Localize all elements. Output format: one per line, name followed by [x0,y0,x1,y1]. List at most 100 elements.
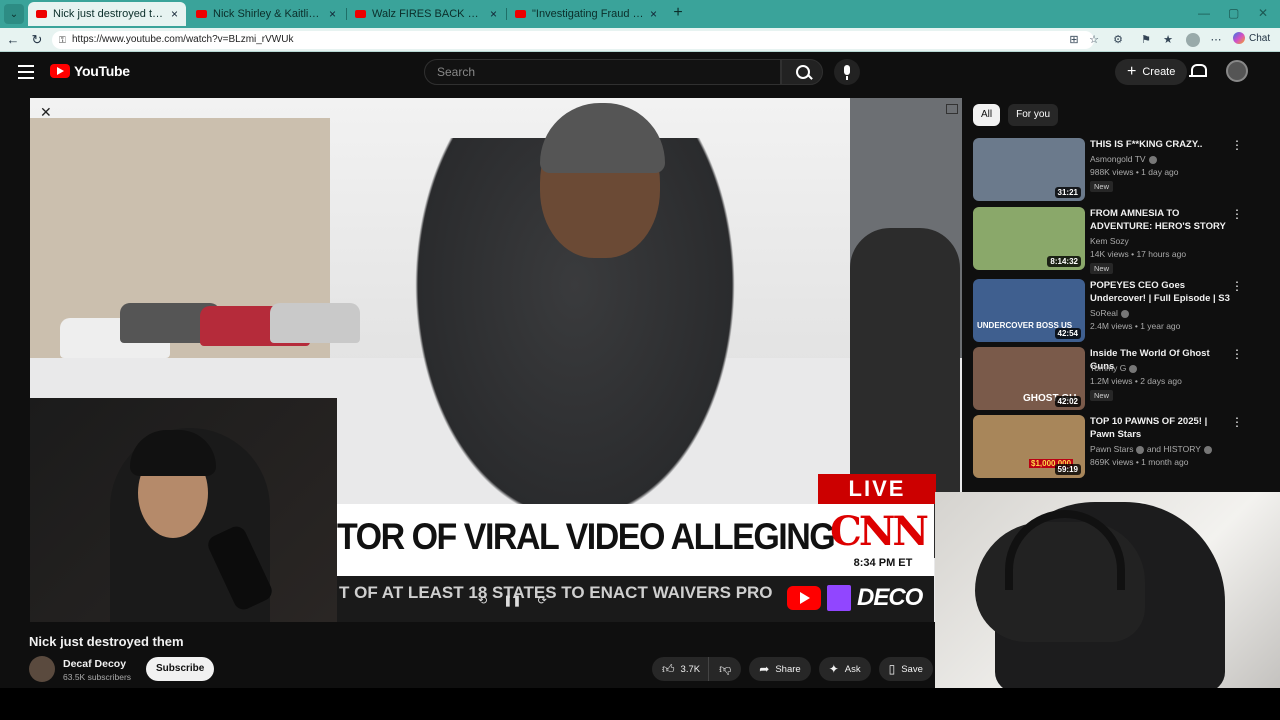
tab-close-icon[interactable]: × [490,7,497,21]
recommendation-title[interactable]: POPEYES CEO Goes Undercover! | Full Epis… [1090,279,1230,305]
recommendation-item[interactable]: GHOST GU 42:02 Inside The World Of Ghost… [973,347,1263,411]
like-button[interactable]: 👍︎ 3.7K [652,657,710,681]
miniplayer-icon[interactable] [946,104,958,114]
channel-avatar[interactable] [29,656,55,682]
more-options-icon[interactable]: ⋮ [1231,208,1243,221]
more-menu-icon[interactable]: ⋯ [1208,32,1224,48]
notifications-bell-icon[interactable] [1189,62,1207,80]
video-thumbnail[interactable]: UNDERCOVER BOSS US 42:54 [973,279,1085,342]
rewind-icon[interactable]: ⟲ [478,594,487,607]
video-thumbnail[interactable]: $1,000,000 59:19 [973,415,1085,478]
tab-close-icon[interactable]: × [329,7,336,21]
user-avatar[interactable] [1226,60,1248,82]
viewer-webcam-overlay [935,492,1280,688]
save-button[interactable]: ▯ Save [878,657,933,681]
recommendation-item[interactable]: UNDERCOVER BOSS US 42:54 POPEYES CEO Goe… [973,279,1263,343]
pause-icon[interactable]: ❚❚ [503,594,521,607]
tab-title: Nick Shirley & Kaitlin Bennett vs. F [213,8,323,20]
reload-icon[interactable]: ↻ [28,31,46,49]
browser-tab-1[interactable]: Nick just destroyed them - YouTube × [28,2,186,26]
recommendation-title[interactable]: THIS IS F**KING CRAZY.. [1090,138,1230,151]
recommendation-item[interactable]: 8:14:32 FROM AMNESIA TO ADVENTURE: HERO'… [973,207,1263,274]
browser-tab-2[interactable]: Nick Shirley & Kaitlin Bennett vs. F × [188,2,344,26]
close-icon[interactable]: ✕ [40,104,52,121]
channel-name: SoReal [1090,308,1118,318]
channel-name[interactable]: Decaf Decoy [63,658,126,670]
recommendation-item[interactable]: 31:21 THIS IS F**KING CRAZY.. Asmongold … [973,138,1263,202]
video-thumbnail[interactable]: GHOST GU 42:02 [973,347,1085,410]
channel-name: Pawn Stars [1090,444,1134,454]
recommendation-channel[interactable]: Kem Sozy [1090,236,1129,246]
chat-label: Chat [1249,32,1271,44]
new-tab-button[interactable]: + [668,3,688,23]
url-field[interactable]: ⚿ https://www.youtube.com/watch?v=BLzmi_… [52,31,1094,49]
search-icon[interactable] [781,59,823,85]
create-label: Create [1142,66,1176,78]
maximize-icon[interactable]: ▢ [1228,6,1239,20]
tab-menu-chevron-icon[interactable]: ⌄ [4,4,24,24]
forward-icon[interactable]: ⟳ [538,594,547,607]
tab-close-icon[interactable]: × [650,7,657,21]
thumbs-down-icon: 👎︎ [719,661,732,676]
more-options-icon[interactable]: ⋮ [1231,348,1243,361]
subscribe-button[interactable]: Subscribe [146,657,215,681]
recommendation-item[interactable]: $1,000,000 59:19 TOP 10 PAWNS OF 2025! |… [973,415,1263,479]
channel-name: Tommy G [1090,363,1127,373]
recommendation-title[interactable]: TOP 10 PAWNS OF 2025! | Pawn Stars [1090,415,1230,441]
chip-all[interactable]: All [973,104,1001,126]
share-button[interactable]: ➦ Share [749,657,811,681]
copilot-chat-button[interactable]: Chat [1233,32,1270,44]
verified-icon [1129,364,1138,373]
save-label: Save [901,663,923,675]
app-available-icon[interactable]: ⊞ [1066,32,1082,48]
new-badge: New [1090,181,1114,192]
search-input[interactable]: Search [424,59,781,85]
back-arrow-icon[interactable]: ← [4,31,22,49]
url-text: https://www.youtube.com/watch?v=BLzmi_rV… [72,34,294,45]
minimize-icon[interactable]: — [1198,6,1210,20]
more-options-icon[interactable]: ⋮ [1231,139,1243,152]
chip-for-you[interactable]: For you [1008,104,1059,126]
ask-button[interactable]: ✦ Ask [818,657,871,681]
youtube-logo[interactable]: YouTube [50,63,130,79]
video-thumbnail[interactable]: 31:21 [973,138,1085,201]
browser-tab-3[interactable]: Walz FIRES BACK after Trump team × [347,2,505,26]
video-thumbnail[interactable]: 8:14:32 [973,207,1085,270]
tab-close-icon[interactable]: × [171,7,178,21]
subscriber-count: 63.5K subscribers [63,672,132,682]
logo-text: YouTube [74,63,130,79]
recommendation-channel[interactable]: Pawn Stars and HISTORY [1090,444,1212,454]
duration-badge: 31:21 [1054,187,1081,198]
favorite-star-icon[interactable]: ☆ [1086,32,1102,48]
browser-tab-4[interactable]: "Investigating Fraud Is WHITE SUP × [507,2,665,26]
site-info-icon[interactable]: ⚿ [59,31,66,49]
recommendation-channel[interactable]: SoReal [1090,308,1129,318]
recommendation-meta: 869K views • 1 month ago [1090,457,1189,467]
recommendation-channel[interactable]: Asmongold TV [1090,154,1157,164]
recommendation-title[interactable]: FROM AMNESIA TO ADVENTURE: HERO'S STORY … [1090,207,1230,233]
new-badge: New [1090,390,1114,401]
menu-hamburger-icon[interactable] [18,65,34,79]
live-badge: LIVE [818,474,936,504]
verified-icon [1203,445,1212,454]
channel-extra: and HISTORY [1146,444,1201,454]
recommendation-channel[interactable]: Tommy G [1090,363,1138,373]
close-window-icon[interactable]: ✕ [1258,6,1268,20]
profile-avatar[interactable] [1186,33,1200,47]
youtube-favicon-icon [355,10,366,18]
duration-badge: 42:54 [1054,328,1081,339]
dislike-button[interactable]: 👎︎ [709,657,742,681]
extensions-icon[interactable]: ⚙ [1110,32,1126,48]
extension-icon[interactable]: ⚑ [1138,32,1154,48]
more-options-icon[interactable]: ⋮ [1231,416,1243,429]
microphone-icon[interactable] [834,59,860,85]
recommendation-meta: 2.4M views • 1 year ago [1090,321,1181,331]
create-button[interactable]: + Create [1115,59,1188,85]
share-label: Share [775,663,801,675]
duration-badge: 42:02 [1054,396,1081,407]
more-options-icon[interactable]: ⋮ [1231,280,1243,293]
video-player[interactable]: ✕ LIVE TOR OF VIRAL VIDEO ALLEGING FRAUD… [30,98,962,622]
duration-badge: 59:19 [1054,464,1081,475]
copilot-icon [1233,32,1245,44]
favorites-icon[interactable]: ★ [1160,32,1176,48]
